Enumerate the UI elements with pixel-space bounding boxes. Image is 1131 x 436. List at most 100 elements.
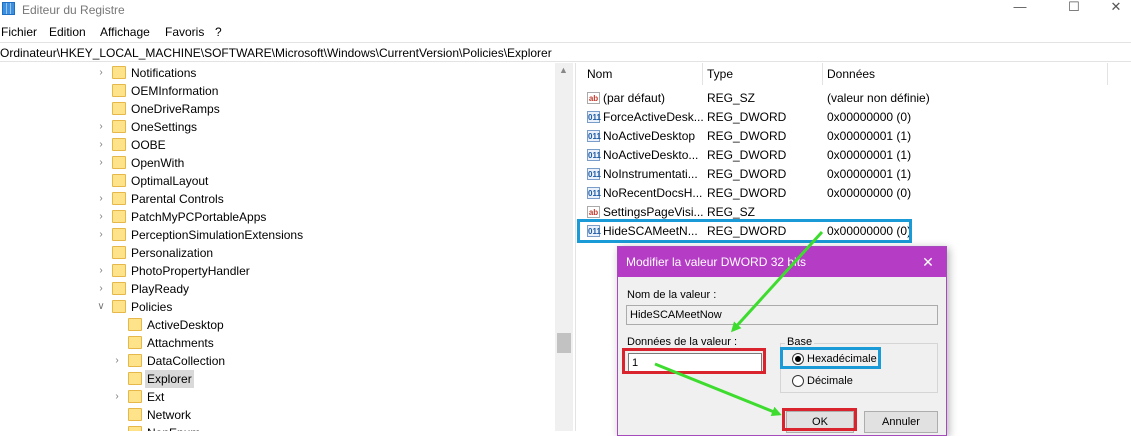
folder-icon <box>112 210 126 223</box>
close-button[interactable]: ✕ <box>1094 0 1131 18</box>
folder-icon <box>128 372 142 385</box>
pane-splitter[interactable] <box>575 63 579 431</box>
folder-icon <box>112 138 126 151</box>
value-name-field[interactable]: HideSCAMeetNow <box>626 305 938 325</box>
column-separator[interactable] <box>1107 63 1108 85</box>
menu-edition[interactable]: Edition <box>49 25 86 39</box>
folder-icon <box>112 228 126 241</box>
tree-item-label: Policies <box>131 300 173 314</box>
dialog-close-icon[interactable]: ✕ <box>916 247 940 277</box>
folder-icon <box>112 66 126 79</box>
minimize-button[interactable]: — <box>998 0 1042 18</box>
string-value-icon: ab <box>587 92 600 104</box>
address-bar[interactable]: Ordinateur\HKEY_LOCAL_MACHINE\SOFTWARE\M… <box>0 42 1131 62</box>
tree-scrollbar[interactable]: ▲ <box>555 63 573 431</box>
tree-item-label: PhotoPropertyHandler <box>131 264 250 278</box>
value-row[interactable]: 011 ForceActiveDesk... REG_DWORD 0x00000000… <box>580 108 1131 127</box>
tree-item-label: Parental Controls <box>131 192 224 206</box>
folder-icon <box>128 336 142 349</box>
value-name: NoRecentDocsH... <box>603 186 703 200</box>
tree-item-label: PlayReady <box>131 282 190 296</box>
radio-decimal[interactable]: Décimale <box>791 373 853 389</box>
value-row[interactable]: 011 NoActiveDeskto... REG_DWORD 0x00000001 … <box>580 146 1131 165</box>
dialog-title: Modifier la valeur DWORD 32 bits <box>618 247 946 277</box>
folder-icon <box>112 84 126 97</box>
value-name: NoActiveDesktop <box>603 129 696 143</box>
tree-item-label: Attachments <box>147 336 214 350</box>
highlight-value-row <box>577 219 912 243</box>
tree-item-label: NonEnum <box>147 424 200 431</box>
value-data: 0x00000001 (1) <box>827 129 912 143</box>
title-bar: Editeur du Registre — ☐ ✕ <box>0 0 1131 20</box>
dword-value-icon: 011 <box>587 130 601 142</box>
chevron-right-icon[interactable]: › <box>96 208 106 226</box>
tree-item-label: ActiveDesktop <box>147 318 224 332</box>
value-row[interactable]: 011 NoActiveDesktop REG_DWORD 0x00000001 (1… <box>580 127 1131 146</box>
value-type: REG_DWORD <box>707 186 787 200</box>
value-name-label: Nom de la valeur : <box>627 289 717 301</box>
value-row[interactable]: 011 NoInstrumentati... REG_DWORD 0x00000001… <box>580 165 1131 184</box>
cancel-button[interactable]: Annuler <box>864 411 938 433</box>
chevron-right-icon[interactable]: › <box>112 352 122 370</box>
column-header-name[interactable]: Nom <box>587 67 612 81</box>
highlight-hex-radio <box>780 347 881 369</box>
chevron-right-icon[interactable]: › <box>96 118 106 136</box>
value-data: 0x00000000 (0) <box>827 110 912 124</box>
value-data: 0x00000001 (1) <box>827 148 912 162</box>
folder-icon <box>128 354 142 367</box>
highlight-value-data <box>622 348 766 374</box>
value-type: REG_DWORD <box>707 167 787 181</box>
tree-item-label: Explorer <box>145 370 194 388</box>
maximize-button[interactable]: ☐ <box>1052 0 1096 18</box>
folder-icon <box>128 426 142 431</box>
radio-unselected-icon[interactable] <box>792 375 804 387</box>
chevron-right-icon[interactable]: › <box>96 280 106 298</box>
tree-item-label: PatchMyPCPortableApps <box>131 210 267 224</box>
chevron-right-icon[interactable]: › <box>96 190 106 208</box>
value-type: REG_DWORD <box>707 148 787 162</box>
value-data: 0x00000000 (0) <box>827 186 912 200</box>
folder-icon <box>112 102 126 115</box>
chevron-right-icon[interactable]: › <box>96 64 106 82</box>
dword-value-icon: 011 <box>587 111 601 123</box>
value-name: ForceActiveDesk... <box>603 110 704 124</box>
chevron-right-icon[interactable]: › <box>112 388 122 406</box>
dword-value-icon: 011 <box>587 187 601 199</box>
column-header-type[interactable]: Type <box>707 67 733 81</box>
chevron-right-icon[interactable]: › <box>96 226 106 244</box>
chevron-right-icon[interactable]: › <box>96 262 106 280</box>
key-tree[interactable]: › Notifications OEMInformation OneDriveRamp… <box>0 63 575 431</box>
tree-item-label: OneSettings <box>131 120 198 134</box>
value-type: REG_DWORD <box>707 110 787 124</box>
tree-item-label: DataCollection <box>147 354 226 368</box>
chevron-right-icon[interactable]: › <box>96 154 106 172</box>
folder-icon <box>128 408 142 421</box>
column-header-data[interactable]: Données <box>827 67 875 81</box>
folder-icon <box>112 246 126 259</box>
tree-item-label: OptimalLayout <box>131 174 209 188</box>
menu-help[interactable]: ? <box>215 25 222 39</box>
value-data-label: Données de la valeur : <box>627 336 738 348</box>
value-data: (valeur non définie) <box>827 91 930 105</box>
address-path: Ordinateur\HKEY_LOCAL_MACHINE\SOFTWARE\M… <box>0 46 552 60</box>
window-title: Editeur du Registre <box>22 3 125 17</box>
scrollbar-thumb[interactable] <box>557 333 571 353</box>
scroll-up-icon[interactable]: ▲ <box>559 65 568 75</box>
value-row[interactable]: 011 NoRecentDocsH... REG_DWORD 0x00000000 (… <box>580 184 1131 203</box>
tree-item-label: Ext <box>147 390 165 404</box>
menu-fichier[interactable]: Fichier <box>1 25 37 39</box>
menu-affichage[interactable]: Affichage <box>100 25 150 39</box>
menu-bar: Fichier Edition Affichage Favoris ? <box>0 22 1131 40</box>
menu-favoris[interactable]: Favoris <box>165 25 204 39</box>
string-value-icon: ab <box>587 206 600 218</box>
folder-icon <box>128 390 142 403</box>
chevron-down-icon[interactable]: ∨ <box>96 298 106 316</box>
value-name: (par défaut) <box>603 91 666 105</box>
column-separator[interactable] <box>822 63 823 85</box>
dword-value-icon: 011 <box>587 149 601 161</box>
dec-label: Décimale <box>807 375 853 387</box>
column-separator[interactable] <box>702 63 703 85</box>
tree-item-label: OpenWith <box>131 156 185 170</box>
value-row[interactable]: ab (par défaut) REG_SZ (valeur non définie) <box>580 89 1131 108</box>
chevron-right-icon[interactable]: › <box>96 136 106 154</box>
